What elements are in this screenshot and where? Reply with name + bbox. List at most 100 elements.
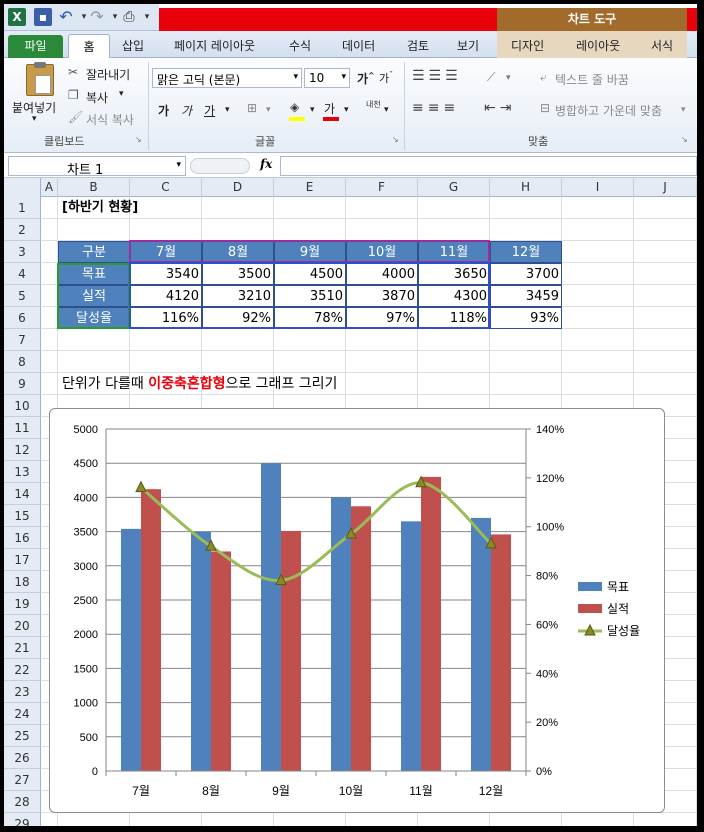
row-header-16[interactable]: 16 [4, 527, 41, 549]
table-header-cell[interactable]: 구분 [58, 241, 130, 263]
formula-bar-resize-handle[interactable] [190, 158, 250, 174]
name-box-dropdown-icon[interactable]: ▾ [176, 160, 181, 170]
indent-icons[interactable]: ⇤⇥ [484, 100, 515, 116]
column-header-d[interactable]: D [202, 178, 274, 197]
chart-svg[interactable]: 0 500 1000 1500 2000 2500 3000 3500 4000 4500 5000… [50, 409, 666, 814]
orientation-dropdown-icon[interactable]: ▾ [506, 73, 511, 83]
tab-view[interactable]: 보기 [457, 37, 479, 54]
copy-button[interactable]: 복사 [86, 89, 108, 106]
font-size-select[interactable]: 10 ▾ [304, 68, 350, 88]
row-header-21[interactable]: 21 [4, 637, 41, 659]
tab-formulas[interactable]: 수식 [289, 37, 311, 54]
merge-dropdown-icon[interactable]: ▾ [681, 105, 686, 115]
row-header-4[interactable]: 4 [4, 263, 41, 285]
wrap-text-icon[interactable]: ⤶ [540, 70, 547, 85]
table-value-cell[interactable]: 93% [490, 307, 562, 329]
tab-home[interactable]: 홈 [68, 34, 110, 59]
formula-input[interactable] [280, 156, 697, 176]
chart-container[interactable]: 0 500 1000 1500 2000 2500 3000 3500 4000 4500 5000… [49, 408, 665, 813]
row-header-24[interactable]: 24 [4, 703, 41, 725]
font-launcher-icon[interactable]: ↘ [392, 135, 399, 144]
row-header-29[interactable]: 29 [4, 813, 41, 826]
row-header-23[interactable]: 23 [4, 681, 41, 703]
row-header-26[interactable]: 26 [4, 747, 41, 769]
font-name-select[interactable]: 맑은 고딕 (본문) ▾ [152, 68, 302, 88]
column-header-b[interactable]: B [58, 178, 130, 197]
underline-button[interactable]: 가 [204, 102, 215, 119]
wrap-text-button[interactable]: 텍스트 줄 바꿈 [555, 71, 629, 88]
tab-file[interactable]: 파일 [8, 35, 63, 58]
row-header-20[interactable]: 20 [4, 615, 41, 637]
insert-function-icon[interactable]: fx [260, 157, 272, 171]
column-header-a[interactable]: A [41, 178, 58, 197]
row-header-1[interactable]: 1 [4, 197, 41, 219]
row-header-22[interactable]: 22 [4, 659, 41, 681]
row-header-17[interactable]: 17 [4, 549, 41, 571]
copy-icon[interactable]: ❐ [68, 88, 79, 102]
row-header-18[interactable]: 18 [4, 571, 41, 593]
redo-icon[interactable]: ↷ [88, 8, 106, 26]
select-all-corner[interactable] [4, 178, 41, 197]
row-header-12[interactable]: 12 [4, 439, 41, 461]
excel-icon[interactable]: X [8, 8, 26, 26]
column-header-h[interactable]: H [490, 178, 562, 197]
row-header-28[interactable]: 28 [4, 791, 41, 813]
paste-icon[interactable] [26, 62, 54, 96]
grow-font-icon[interactable]: 가^ [357, 70, 375, 87]
column-header-g[interactable]: G [418, 178, 490, 197]
row-header-9[interactable]: 9 [4, 373, 41, 395]
tab-chart-format[interactable]: 서식 [651, 37, 673, 54]
alignment-launcher-icon[interactable]: ↘ [681, 135, 688, 144]
merge-center-button[interactable]: 병합하고 가운데 맞춤 [555, 102, 662, 119]
underline-dropdown-icon[interactable]: ▾ [225, 105, 230, 115]
row-header-5[interactable]: 5 [4, 285, 41, 307]
row-header-11[interactable]: 11 [4, 417, 41, 439]
row-header-6[interactable]: 6 [4, 307, 41, 329]
column-header-f[interactable]: F [346, 178, 418, 197]
bold-button[interactable]: 가 [158, 102, 169, 119]
row-header-2[interactable]: 2 [4, 219, 41, 241]
column-header-c[interactable]: C [130, 178, 202, 197]
tab-review[interactable]: 검토 [407, 37, 429, 54]
tab-chart-design[interactable]: 디자인 [511, 37, 544, 54]
phonetic-dropdown-icon[interactable]: ▾ [384, 105, 389, 115]
font-color-button[interactable]: 가 [324, 100, 335, 117]
cut-icon[interactable]: ✂ [68, 65, 78, 79]
table-value-cell[interactable]: 3700 [490, 263, 562, 285]
fill-color-icon[interactable]: ◈ [290, 100, 299, 114]
font-size-dropdown-icon[interactable]: ▾ [341, 72, 346, 82]
tab-chart-layout[interactable]: 레이아웃 [576, 37, 620, 54]
row-header-10[interactable]: 10 [4, 395, 41, 417]
phonetic-button[interactable]: 내천 [366, 101, 381, 109]
border-dropdown-icon[interactable]: ▾ [266, 105, 271, 115]
column-header-j[interactable]: J [634, 178, 697, 197]
column-header-e[interactable]: E [274, 178, 346, 197]
name-box[interactable]: 차트 1 ▾ [8, 156, 186, 178]
column-header-i[interactable]: I [562, 178, 634, 197]
orientation-icon[interactable]: ⟋ [487, 70, 495, 85]
format-painter-icon[interactable]: 🖌 [68, 110, 83, 124]
cut-button[interactable]: 잘라내기 [86, 66, 130, 83]
merge-icon[interactable]: ⊟ [540, 101, 550, 115]
horizontal-align-icons[interactable]: ≡≡≡ [412, 100, 459, 116]
vertical-align-icons[interactable]: ☰☰☰ [412, 68, 462, 84]
row-header-8[interactable]: 8 [4, 351, 41, 373]
fill-color-dropdown-icon[interactable]: ▾ [310, 105, 315, 115]
print-preview-icon[interactable]: ⎙ [120, 8, 138, 26]
row-header-27[interactable]: 27 [4, 769, 41, 791]
paste-dropdown-icon[interactable]: ▾ [32, 114, 37, 124]
copy-dropdown-icon[interactable]: ▾ [119, 89, 124, 99]
format-painter-button[interactable]: 서식 복사 [86, 111, 134, 128]
row-header-3[interactable]: 3 [4, 241, 41, 263]
italic-button[interactable]: 가 [181, 102, 192, 119]
row-header-7[interactable]: 7 [4, 329, 41, 351]
shrink-font-icon[interactable]: 가ˇ [379, 70, 393, 86]
font-color-dropdown-icon[interactable]: ▾ [344, 105, 349, 115]
row-header-19[interactable]: 19 [4, 593, 41, 615]
border-icon[interactable]: ⊞ [247, 101, 257, 115]
table-value-cell[interactable]: 3459 [490, 285, 562, 307]
undo-icon[interactable]: ↶ [57, 8, 75, 26]
row-header-13[interactable]: 13 [4, 461, 41, 483]
tab-insert[interactable]: 삽입 [122, 37, 144, 54]
table-header-cell[interactable]: 12월 [490, 241, 562, 263]
